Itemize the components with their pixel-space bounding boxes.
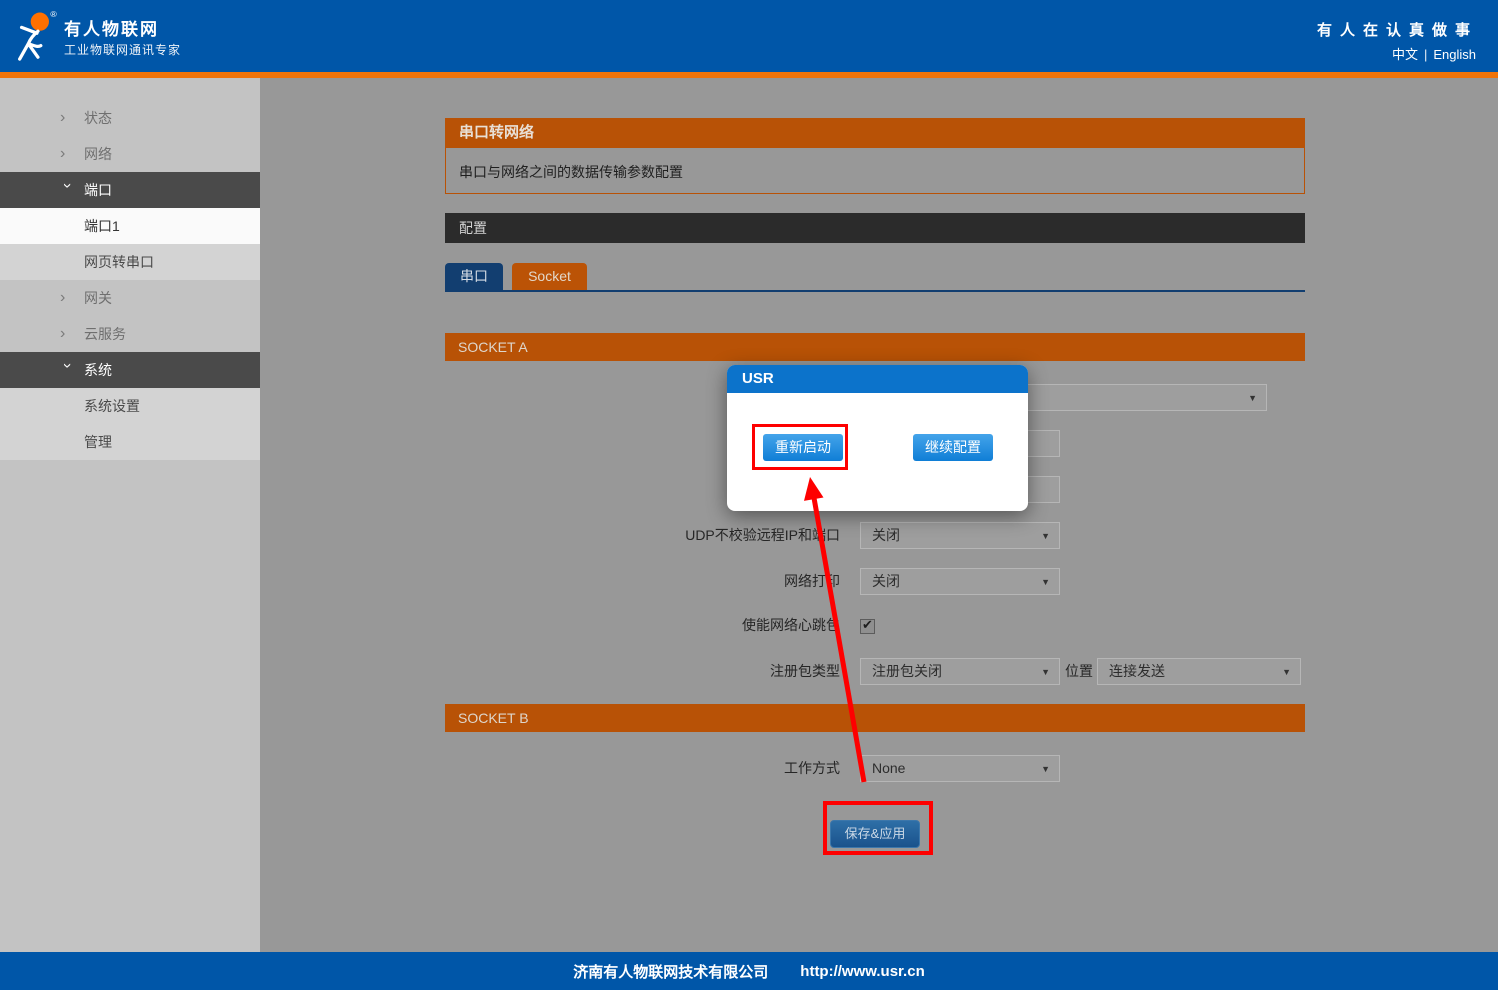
- language-switch: 中文 | English: [1392, 44, 1476, 63]
- usr-logo-icon: ®: [12, 7, 60, 67]
- chevron-right-icon: ›: [60, 136, 74, 172]
- sidebar-menu: › 状态 › 网络 › 端口 端口1 网页转串口 › 网关 ›: [0, 78, 260, 460]
- footer-url-link[interactable]: http://www.usr.cn: [800, 963, 924, 980]
- socket-a-header: SOCKET A: [445, 333, 1305, 361]
- page-footer: 济南有人物联网技术有限公司 http://www.usr.cn: [0, 952, 1498, 990]
- tab-underline: [445, 290, 1305, 292]
- socket-b-work-mode-label: 工作方式: [445, 755, 840, 782]
- select-arrow-icon: ▼: [1248, 385, 1257, 411]
- brand-subtitle: 工业物联网通讯专家: [64, 41, 181, 58]
- page-title: 串口转网络: [445, 118, 1305, 147]
- network-print-label: 网络打印: [445, 568, 840, 595]
- sidebar-item-system[interactable]: › 系统: [0, 352, 260, 388]
- select-arrow-icon: ▼: [1282, 659, 1291, 685]
- chevron-right-icon: ›: [60, 280, 74, 316]
- sidebar-item-management[interactable]: 管理: [0, 424, 260, 460]
- continue-config-button[interactable]: 继续配置: [913, 434, 993, 461]
- chevron-down-icon: ›: [49, 183, 85, 197]
- main-content: 串口转网络 串口与网络之间的数据传输参数配置 配置 串口 Socket SOCK…: [260, 78, 1498, 952]
- sidebar-nav: › 状态 › 网络 › 端口 端口1 网页转串口 › 网关 ›: [0, 78, 260, 952]
- socket-b-work-mode-select[interactable]: None ▼: [860, 755, 1060, 782]
- sidebar-item-port[interactable]: › 端口: [0, 172, 260, 208]
- register-packet-label: 注册包类型: [445, 658, 840, 685]
- sidebar-item-port1[interactable]: 端口1: [0, 208, 260, 244]
- heartbeat-checkbox[interactable]: ✔: [860, 619, 875, 634]
- udp-check-select[interactable]: 关闭 ▼: [860, 522, 1060, 549]
- header-slogan: 有人在认真做事: [1317, 19, 1478, 40]
- restart-button[interactable]: 重新启动: [763, 434, 843, 461]
- socket-b-header: SOCKET B: [445, 704, 1305, 732]
- usr-config-page: ® 有人物联网 工业物联网通讯专家 有人在认真做事 中文 | English › 状…: [0, 0, 1498, 990]
- socket-b-work-mode-row: 工作方式 None ▼: [445, 755, 1305, 782]
- select-arrow-icon: ▼: [1041, 569, 1050, 595]
- lang-divider: |: [1424, 47, 1427, 62]
- network-print-select[interactable]: 关闭 ▼: [860, 568, 1060, 595]
- position-label: 位置: [1065, 658, 1093, 685]
- chevron-right-icon: ›: [60, 100, 74, 136]
- register-packet-select[interactable]: 注册包关闭 ▼: [860, 658, 1060, 685]
- lang-chinese-link[interactable]: 中文: [1392, 47, 1418, 62]
- udp-check-label: UDP不校验远程IP和端口: [445, 522, 840, 549]
- udp-check-row: UDP不校验远程IP和端口 关闭 ▼: [445, 522, 1305, 549]
- config-section-title: 配置: [445, 213, 1305, 243]
- sidebar-item-network[interactable]: › 网络: [0, 136, 260, 172]
- sidebar-item-status[interactable]: › 状态: [0, 100, 260, 136]
- heartbeat-row: 使能网络心跳包 ✔: [445, 612, 1305, 639]
- sidebar-item-system-settings[interactable]: 系统设置: [0, 388, 260, 424]
- select-arrow-icon: ▼: [1041, 756, 1050, 782]
- brand-title: 有人物联网: [64, 15, 159, 40]
- tab-socket[interactable]: Socket: [512, 263, 587, 290]
- heartbeat-label: 使能网络心跳包: [445, 612, 840, 639]
- usr-modal-dialog: USR 重新启动 继续配置: [727, 365, 1028, 511]
- select-arrow-icon: ▼: [1041, 523, 1050, 549]
- position-select[interactable]: 连接发送 ▼: [1097, 658, 1301, 685]
- sidebar-item-cloud[interactable]: › 云服务: [0, 316, 260, 352]
- register-packet-row: 注册包类型 注册包关闭 ▼ 位置 连接发送 ▼: [445, 658, 1305, 685]
- page-description: 串口与网络之间的数据传输参数配置: [445, 147, 1305, 194]
- lang-english-link[interactable]: English: [1433, 47, 1476, 62]
- chevron-down-icon: ›: [49, 363, 85, 377]
- check-icon: ✔: [862, 617, 873, 633]
- modal-title: USR: [727, 365, 1028, 393]
- footer-company: 济南有人物联网技术有限公司: [573, 961, 768, 982]
- select-arrow-icon: ▼: [1041, 659, 1050, 685]
- top-header: ® 有人物联网 工业物联网通讯专家 有人在认真做事 中文 | English: [0, 0, 1498, 72]
- header-accent-strip: [0, 72, 1498, 78]
- sidebar-item-gateway[interactable]: › 网关: [0, 280, 260, 316]
- registered-mark: ®: [50, 9, 57, 19]
- sidebar-item-web-to-serial[interactable]: 网页转串口: [0, 244, 260, 280]
- content-column: 串口转网络 串口与网络之间的数据传输参数配置 配置 串口 Socket SOCK…: [445, 78, 1305, 952]
- chevron-right-icon: ›: [60, 316, 74, 352]
- tab-serial[interactable]: 串口: [445, 263, 503, 290]
- save-apply-button[interactable]: 保存&应用: [830, 820, 920, 848]
- network-print-row: 网络打印 关闭 ▼: [445, 568, 1305, 595]
